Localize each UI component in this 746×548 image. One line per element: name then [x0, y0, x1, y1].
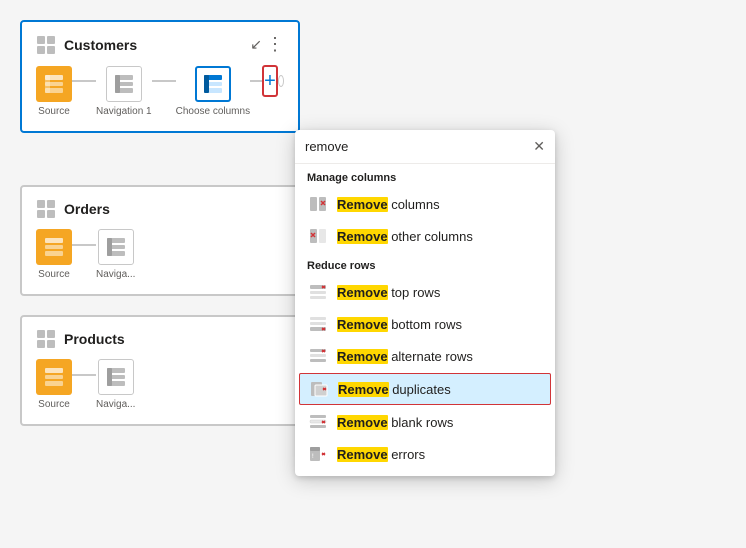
products-nav-label: Naviga... — [96, 399, 135, 410]
orders-title-area: Orders — [36, 199, 110, 219]
remove-top-rows-svg — [309, 283, 327, 301]
add-step-button[interactable]: + — [262, 65, 278, 97]
customers-title: Customers — [64, 37, 137, 53]
source-table-icon — [44, 74, 64, 94]
remove-alternate-rows-label: Remove alternate rows — [337, 349, 473, 364]
products-card: Products Source — [20, 315, 300, 426]
orders-source-icon — [36, 229, 72, 265]
orders-connector-1 — [72, 244, 96, 246]
orders-nav-label: Naviga... — [96, 269, 135, 280]
remove-top-rows-icon — [307, 281, 329, 303]
navigation-label: Navigation 1 — [96, 106, 152, 117]
orders-card-header: Orders — [36, 199, 284, 219]
customers-steps-row: Source Navigation 1 — [36, 65, 284, 117]
orders-title: Orders — [64, 201, 110, 217]
dropdown-panel: ✕ Manage columns Remove columns — [295, 130, 555, 476]
choose-columns-table-icon — [203, 74, 223, 94]
choose-columns-icon — [195, 66, 231, 102]
orders-steps-row: Source Naviga... — [36, 229, 284, 280]
connector-1 — [72, 80, 96, 82]
customers-card-actions: ↙ ⋮ — [250, 34, 284, 55]
remove-columns-label: Remove columns — [337, 197, 440, 212]
navigation-table-icon — [114, 74, 134, 94]
orders-source-table-icon — [44, 237, 64, 257]
choose-columns-step[interactable]: Choose columns — [176, 66, 250, 117]
remove-columns-svg — [309, 195, 327, 213]
products-title-area: Products — [36, 329, 125, 349]
orders-card: Orders Source — [20, 185, 300, 296]
remove-errors-label: Remove errors — [337, 447, 425, 462]
remove-columns-item[interactable]: Remove columns — [295, 188, 555, 220]
search-box: ✕ — [295, 130, 555, 164]
remove-alternate-rows-item[interactable]: Remove alternate rows — [295, 340, 555, 372]
products-connector-1 — [72, 374, 96, 376]
navigation-step[interactable]: Navigation 1 — [96, 66, 152, 117]
remove-duplicates-label: Remove duplicates — [338, 382, 451, 397]
clear-search-icon[interactable]: ✕ — [533, 138, 545, 155]
remove-bottom-rows-svg — [309, 315, 327, 333]
customers-table-icon — [36, 35, 56, 55]
remove-blank-rows-svg — [309, 413, 327, 431]
customers-card-header: Customers ↙ ⋮ — [36, 34, 284, 55]
orders-nav-table-icon — [106, 237, 126, 257]
remove-duplicates-item[interactable]: Remove duplicates — [299, 373, 551, 405]
remove-blank-rows-icon — [307, 411, 329, 433]
remove-duplicates-svg — [310, 380, 328, 398]
products-steps-row: Source Naviga... — [36, 359, 284, 410]
reduce-rows-header: Reduce rows — [295, 252, 555, 276]
customers-card: Customers ↙ ⋮ Source — [20, 20, 300, 133]
products-card-header: Products — [36, 329, 284, 349]
remove-errors-icon: ! — [307, 443, 329, 465]
products-table-icon — [36, 329, 56, 349]
more-options-icon[interactable]: ⋮ — [266, 34, 284, 55]
orders-source-label: Source — [38, 269, 70, 280]
remove-top-rows-label: Remove top rows — [337, 285, 440, 300]
remove-other-columns-svg — [309, 227, 327, 245]
source-icon — [36, 66, 72, 102]
remove-other-columns-item[interactable]: Remove other columns — [295, 220, 555, 252]
products-source-icon — [36, 359, 72, 395]
remove-top-rows-item[interactable]: Remove top rows — [295, 276, 555, 308]
products-source-table-icon — [44, 367, 64, 387]
products-nav-table-icon — [106, 367, 126, 387]
remove-alternate-rows-icon — [307, 345, 329, 367]
remove-columns-icon — [307, 193, 329, 215]
choose-columns-label: Choose columns — [176, 106, 250, 117]
connector-3 — [250, 80, 262, 82]
remove-blank-rows-label: Remove blank rows — [337, 415, 453, 430]
products-title: Products — [64, 331, 125, 347]
products-source-step[interactable]: Source — [36, 359, 72, 410]
remove-alternate-rows-svg — [309, 347, 327, 365]
connector-2 — [152, 80, 176, 82]
source-label: Source — [38, 106, 70, 117]
remove-errors-svg: ! — [309, 445, 327, 463]
orders-source-step[interactable]: Source — [36, 229, 72, 280]
manage-columns-header: Manage columns — [295, 164, 555, 188]
remove-other-columns-label: Remove other columns — [337, 229, 473, 244]
remove-bottom-rows-label: Remove bottom rows — [337, 317, 462, 332]
end-dot — [278, 75, 284, 87]
canvas: Customers ↙ ⋮ Source — [0, 0, 746, 548]
orders-nav-step[interactable]: Naviga... — [96, 229, 135, 280]
customers-title-area: Customers — [36, 35, 137, 55]
remove-other-columns-icon — [307, 225, 329, 247]
remove-bottom-rows-icon — [307, 313, 329, 335]
remove-errors-item[interactable]: ! Remove errors — [295, 438, 555, 470]
collapse-icon[interactable]: ↙ — [250, 36, 262, 53]
svg-text:!: ! — [311, 453, 315, 460]
remove-blank-rows-item[interactable]: Remove blank rows — [295, 406, 555, 438]
source-step[interactable]: Source — [36, 66, 72, 117]
orders-nav-icon — [98, 229, 134, 265]
products-nav-step[interactable]: Naviga... — [96, 359, 135, 410]
remove-bottom-rows-item[interactable]: Remove bottom rows — [295, 308, 555, 340]
orders-table-icon — [36, 199, 56, 219]
products-nav-icon — [98, 359, 134, 395]
products-source-label: Source — [38, 399, 70, 410]
navigation-icon — [106, 66, 142, 102]
remove-duplicates-icon — [308, 378, 330, 400]
search-input[interactable] — [305, 139, 527, 154]
